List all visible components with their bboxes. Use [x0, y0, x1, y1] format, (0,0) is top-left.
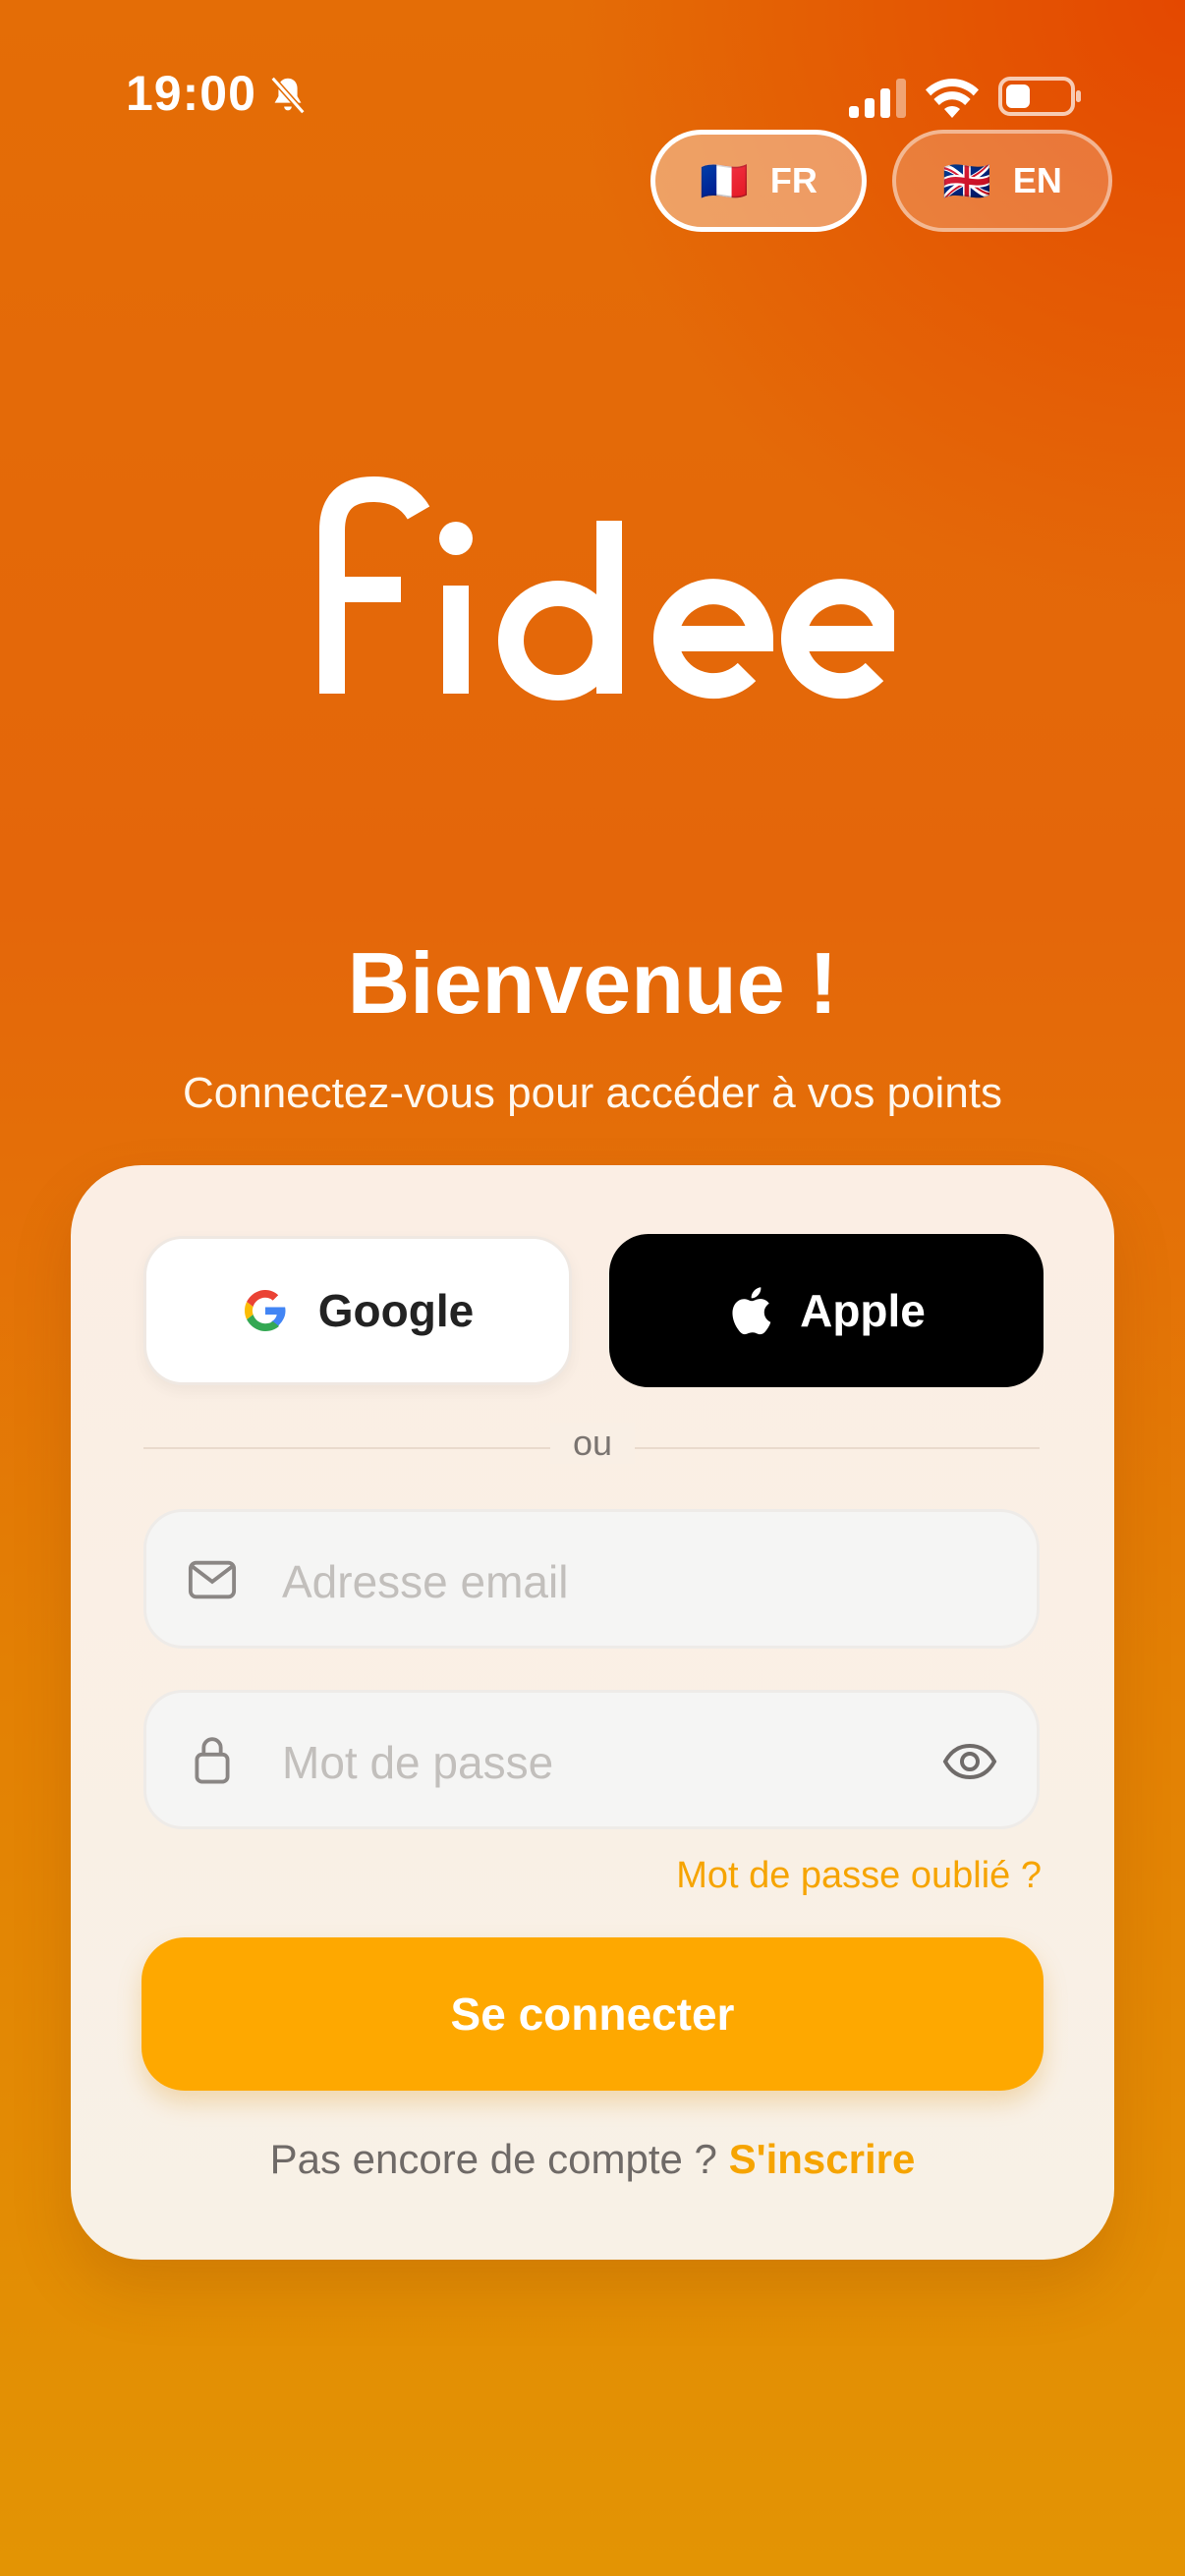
signup-prompt-text: Pas encore de compte ?	[269, 2136, 729, 2182]
mail-icon	[188, 1560, 237, 1599]
apple-signin-button[interactable]: Apple	[609, 1234, 1044, 1387]
page-subtitle: Connectez-vous pour accéder à vos points	[182, 1069, 1003, 1117]
uk-flag-icon: 🇬🇧	[942, 159, 991, 203]
lock-icon	[195, 1737, 230, 1784]
wifi-icon	[926, 79, 979, 118]
email-placeholder: Adresse email	[282, 1556, 569, 1607]
battery-icon	[998, 77, 1081, 116]
email-field[interactable]: Adresse email	[143, 1509, 1040, 1649]
google-button-label: Google	[317, 1285, 475, 1336]
apple-button-label: Apple	[800, 1285, 926, 1336]
silent-bell-icon	[270, 76, 306, 115]
signup-link[interactable]: S'inscrire	[729, 2136, 916, 2182]
status-time: 19:00	[126, 66, 256, 121]
or-separator: ou	[550, 1423, 635, 1464]
signup-prompt: Pas encore de compte ? S'inscrire	[0, 2136, 1185, 2183]
page-title: Bienvenue !	[347, 934, 838, 1032]
language-en-label: EN	[1012, 160, 1062, 200]
apple-icon	[732, 1287, 771, 1335]
login-button-label: Se connecter	[450, 1988, 735, 2040]
fidee-logo: fidee	[319, 476, 894, 700]
forgot-password-link[interactable]: Mot de passe oublié ?	[676, 1855, 1042, 1897]
eye-icon[interactable]	[942, 1740, 997, 1783]
france-flag-icon: 🇫🇷	[700, 159, 749, 203]
password-field[interactable]: Mot de passe	[143, 1690, 1040, 1829]
password-placeholder: Mot de passe	[282, 1737, 554, 1788]
login-button[interactable]: Se connecter	[141, 1937, 1044, 2091]
language-fr-label: FR	[769, 160, 818, 200]
cellular-signal-icon	[849, 79, 906, 118]
language-fr-button[interactable]: 🇫🇷 FR	[650, 130, 867, 232]
language-en-button[interactable]: 🇬🇧 EN	[892, 130, 1112, 232]
google-icon	[244, 1290, 286, 1331]
google-signin-button[interactable]: Google	[143, 1236, 572, 1385]
